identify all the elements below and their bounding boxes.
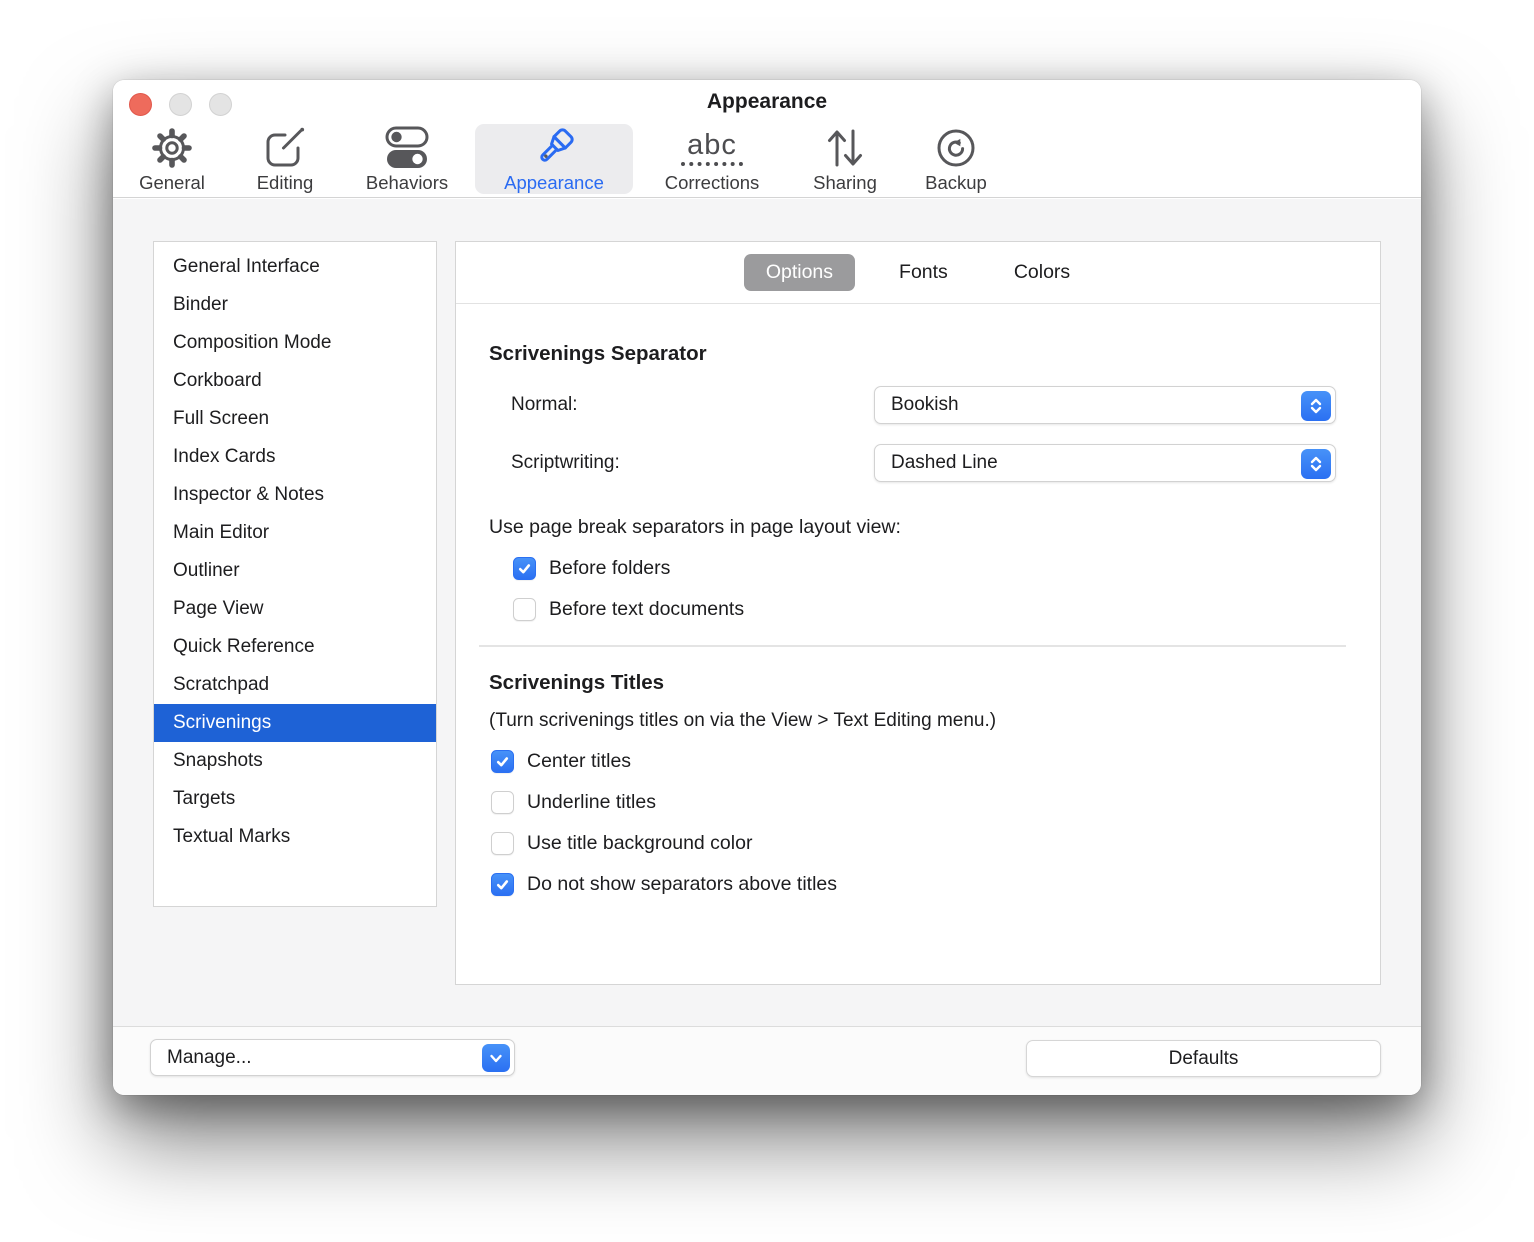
- footer-bar: Manage... Defaults: [113, 1026, 1421, 1095]
- checkbox-do-not-show-separators-above-titles[interactable]: Do not show separators above titles: [491, 873, 1336, 896]
- scriptwriting-separator-select[interactable]: Dashed Line: [874, 444, 1336, 482]
- section-title-scrivenings-separator: Scrivenings Separator: [489, 342, 1336, 366]
- scriptwriting-label: Scriptwriting:: [511, 452, 620, 474]
- sidebar-item-full-screen[interactable]: Full Screen: [154, 400, 436, 438]
- normal-label: Normal:: [511, 394, 578, 416]
- checkbox-unchecked[interactable]: [513, 598, 536, 621]
- toolbar-item-behaviors[interactable]: Behaviors: [347, 124, 467, 194]
- normal-separator-select[interactable]: Bookish: [874, 386, 1336, 424]
- window-title: Appearance: [113, 90, 1421, 114]
- toolbar-item-corrections[interactable]: abc Corrections: [638, 124, 786, 194]
- manage-dropdown[interactable]: Manage...: [150, 1039, 515, 1076]
- scriptwriting-separator-row: Scriptwriting: Dashed Line: [489, 444, 1336, 482]
- defaults-label: Defaults: [1169, 1048, 1239, 1070]
- chevron-down-icon: [482, 1044, 510, 1072]
- checkbox-checked[interactable]: [491, 873, 514, 896]
- toolbar-item-appearance[interactable]: Appearance: [475, 124, 633, 194]
- sidebar-item-scrivenings[interactable]: Scrivenings: [154, 704, 436, 742]
- toolbar-item-backup[interactable]: Backup: [906, 124, 1006, 194]
- screen: Appearance: [0, 0, 1534, 1242]
- gear-icon: [149, 124, 195, 172]
- titlebar: Appearance: [113, 80, 1421, 198]
- dotted-underline: [681, 162, 743, 166]
- toolbar-label: Sharing: [813, 172, 877, 194]
- tab-bar: Options Fonts Colors: [456, 242, 1380, 304]
- sidebar-item-corkboard[interactable]: Corkboard: [154, 362, 436, 400]
- toolbar-item-general[interactable]: General: [127, 124, 217, 194]
- page-break-checkbox-group: Before folders Before text documents: [489, 557, 1336, 621]
- paintbrush-icon: [529, 124, 579, 172]
- toolbar-item-editing[interactable]: Editing: [240, 124, 330, 194]
- up-down-arrows-icon: [822, 124, 868, 172]
- preferences-window: Appearance: [113, 80, 1421, 1095]
- toolbar-item-sharing[interactable]: Sharing: [795, 124, 895, 194]
- normal-separator-row: Normal: Bookish: [489, 386, 1336, 424]
- sidebar-item-targets[interactable]: Targets: [154, 780, 436, 818]
- tab-options[interactable]: Options: [744, 254, 855, 291]
- page-break-group-label: Use page break separators in page layout…: [489, 516, 1336, 539]
- manage-label: Manage...: [151, 1047, 252, 1069]
- toolbar-label: Editing: [257, 172, 314, 194]
- chevron-up-down-icon: [1301, 449, 1331, 479]
- toolbar-label: Behaviors: [366, 172, 448, 194]
- checkbox-underline-titles[interactable]: Underline titles: [491, 791, 1336, 814]
- titles-checkbox-group: Center titles Underline titles Use title b…: [489, 750, 1336, 896]
- content-area: General InterfaceBinderComposition ModeC…: [113, 199, 1421, 1026]
- sidebar-item-inspector-notes[interactable]: Inspector & Notes: [154, 476, 436, 514]
- checkbox-unchecked[interactable]: [491, 832, 514, 855]
- defaults-button[interactable]: Defaults: [1026, 1040, 1381, 1077]
- sidebar-item-composition-mode[interactable]: Composition Mode: [154, 324, 436, 362]
- checkbox-center-titles[interactable]: Center titles: [491, 750, 1336, 773]
- checkbox-label: Do not show separators above titles: [527, 873, 837, 896]
- sidebar-item-general-interface[interactable]: General Interface: [154, 248, 436, 286]
- toolbar-label: General: [139, 172, 205, 194]
- sidebar-item-scratchpad[interactable]: Scratchpad: [154, 666, 436, 704]
- toggles-icon: [381, 124, 433, 172]
- checkbox-label: Before text documents: [549, 598, 744, 621]
- sidebar-item-quick-reference[interactable]: Quick Reference: [154, 628, 436, 666]
- chevron-up-down-icon: [1301, 391, 1331, 421]
- pencil-square-icon: [262, 124, 308, 172]
- checkbox-checked[interactable]: [513, 557, 536, 580]
- checkbox-checked[interactable]: [491, 750, 514, 773]
- sidebar-item-snapshots[interactable]: Snapshots: [154, 742, 436, 780]
- sidebar-item-outliner[interactable]: Outliner: [154, 552, 436, 590]
- checkbox-label: Center titles: [527, 750, 631, 773]
- sidebar-item-page-view[interactable]: Page View: [154, 590, 436, 628]
- sidebar-list: General InterfaceBinderComposition ModeC…: [153, 241, 437, 907]
- selected-value: Bookish: [875, 394, 959, 416]
- sidebar-item-textual-marks[interactable]: Textual Marks: [154, 818, 436, 856]
- checkbox-label: Before folders: [549, 557, 670, 580]
- sidebar-item-main-editor[interactable]: Main Editor: [154, 514, 436, 552]
- toolbar-label: Corrections: [665, 172, 760, 194]
- counterclockwise-arrow-icon: [933, 124, 979, 172]
- tab-fonts[interactable]: Fonts: [877, 254, 970, 291]
- section-title-scrivenings-titles: Scrivenings Titles: [489, 671, 1336, 695]
- abc-dotted-icon: abc: [681, 124, 743, 172]
- checkbox-before-text-documents[interactable]: Before text documents: [513, 598, 1336, 621]
- checkbox-label: Underline titles: [527, 791, 656, 814]
- checkbox-before-folders[interactable]: Before folders: [513, 557, 1336, 580]
- sidebar-item-index-cards[interactable]: Index Cards: [154, 438, 436, 476]
- toolbar-label: Backup: [925, 172, 987, 194]
- selected-value: Dashed Line: [875, 452, 998, 474]
- titles-note: (Turn scrivenings titles on via the View…: [489, 710, 1336, 732]
- toolbar-label: Appearance: [504, 172, 604, 194]
- abc-glyph: abc: [687, 130, 737, 160]
- checkbox-unchecked[interactable]: [491, 791, 514, 814]
- options-panel: Options Fonts Colors Scrivenings Separat…: [455, 241, 1381, 985]
- checkbox-use-title-background-color[interactable]: Use title background color: [491, 832, 1336, 855]
- checkbox-label: Use title background color: [527, 832, 752, 855]
- tab-colors[interactable]: Colors: [992, 254, 1092, 291]
- sidebar-item-binder[interactable]: Binder: [154, 286, 436, 324]
- section-divider: [479, 645, 1346, 647]
